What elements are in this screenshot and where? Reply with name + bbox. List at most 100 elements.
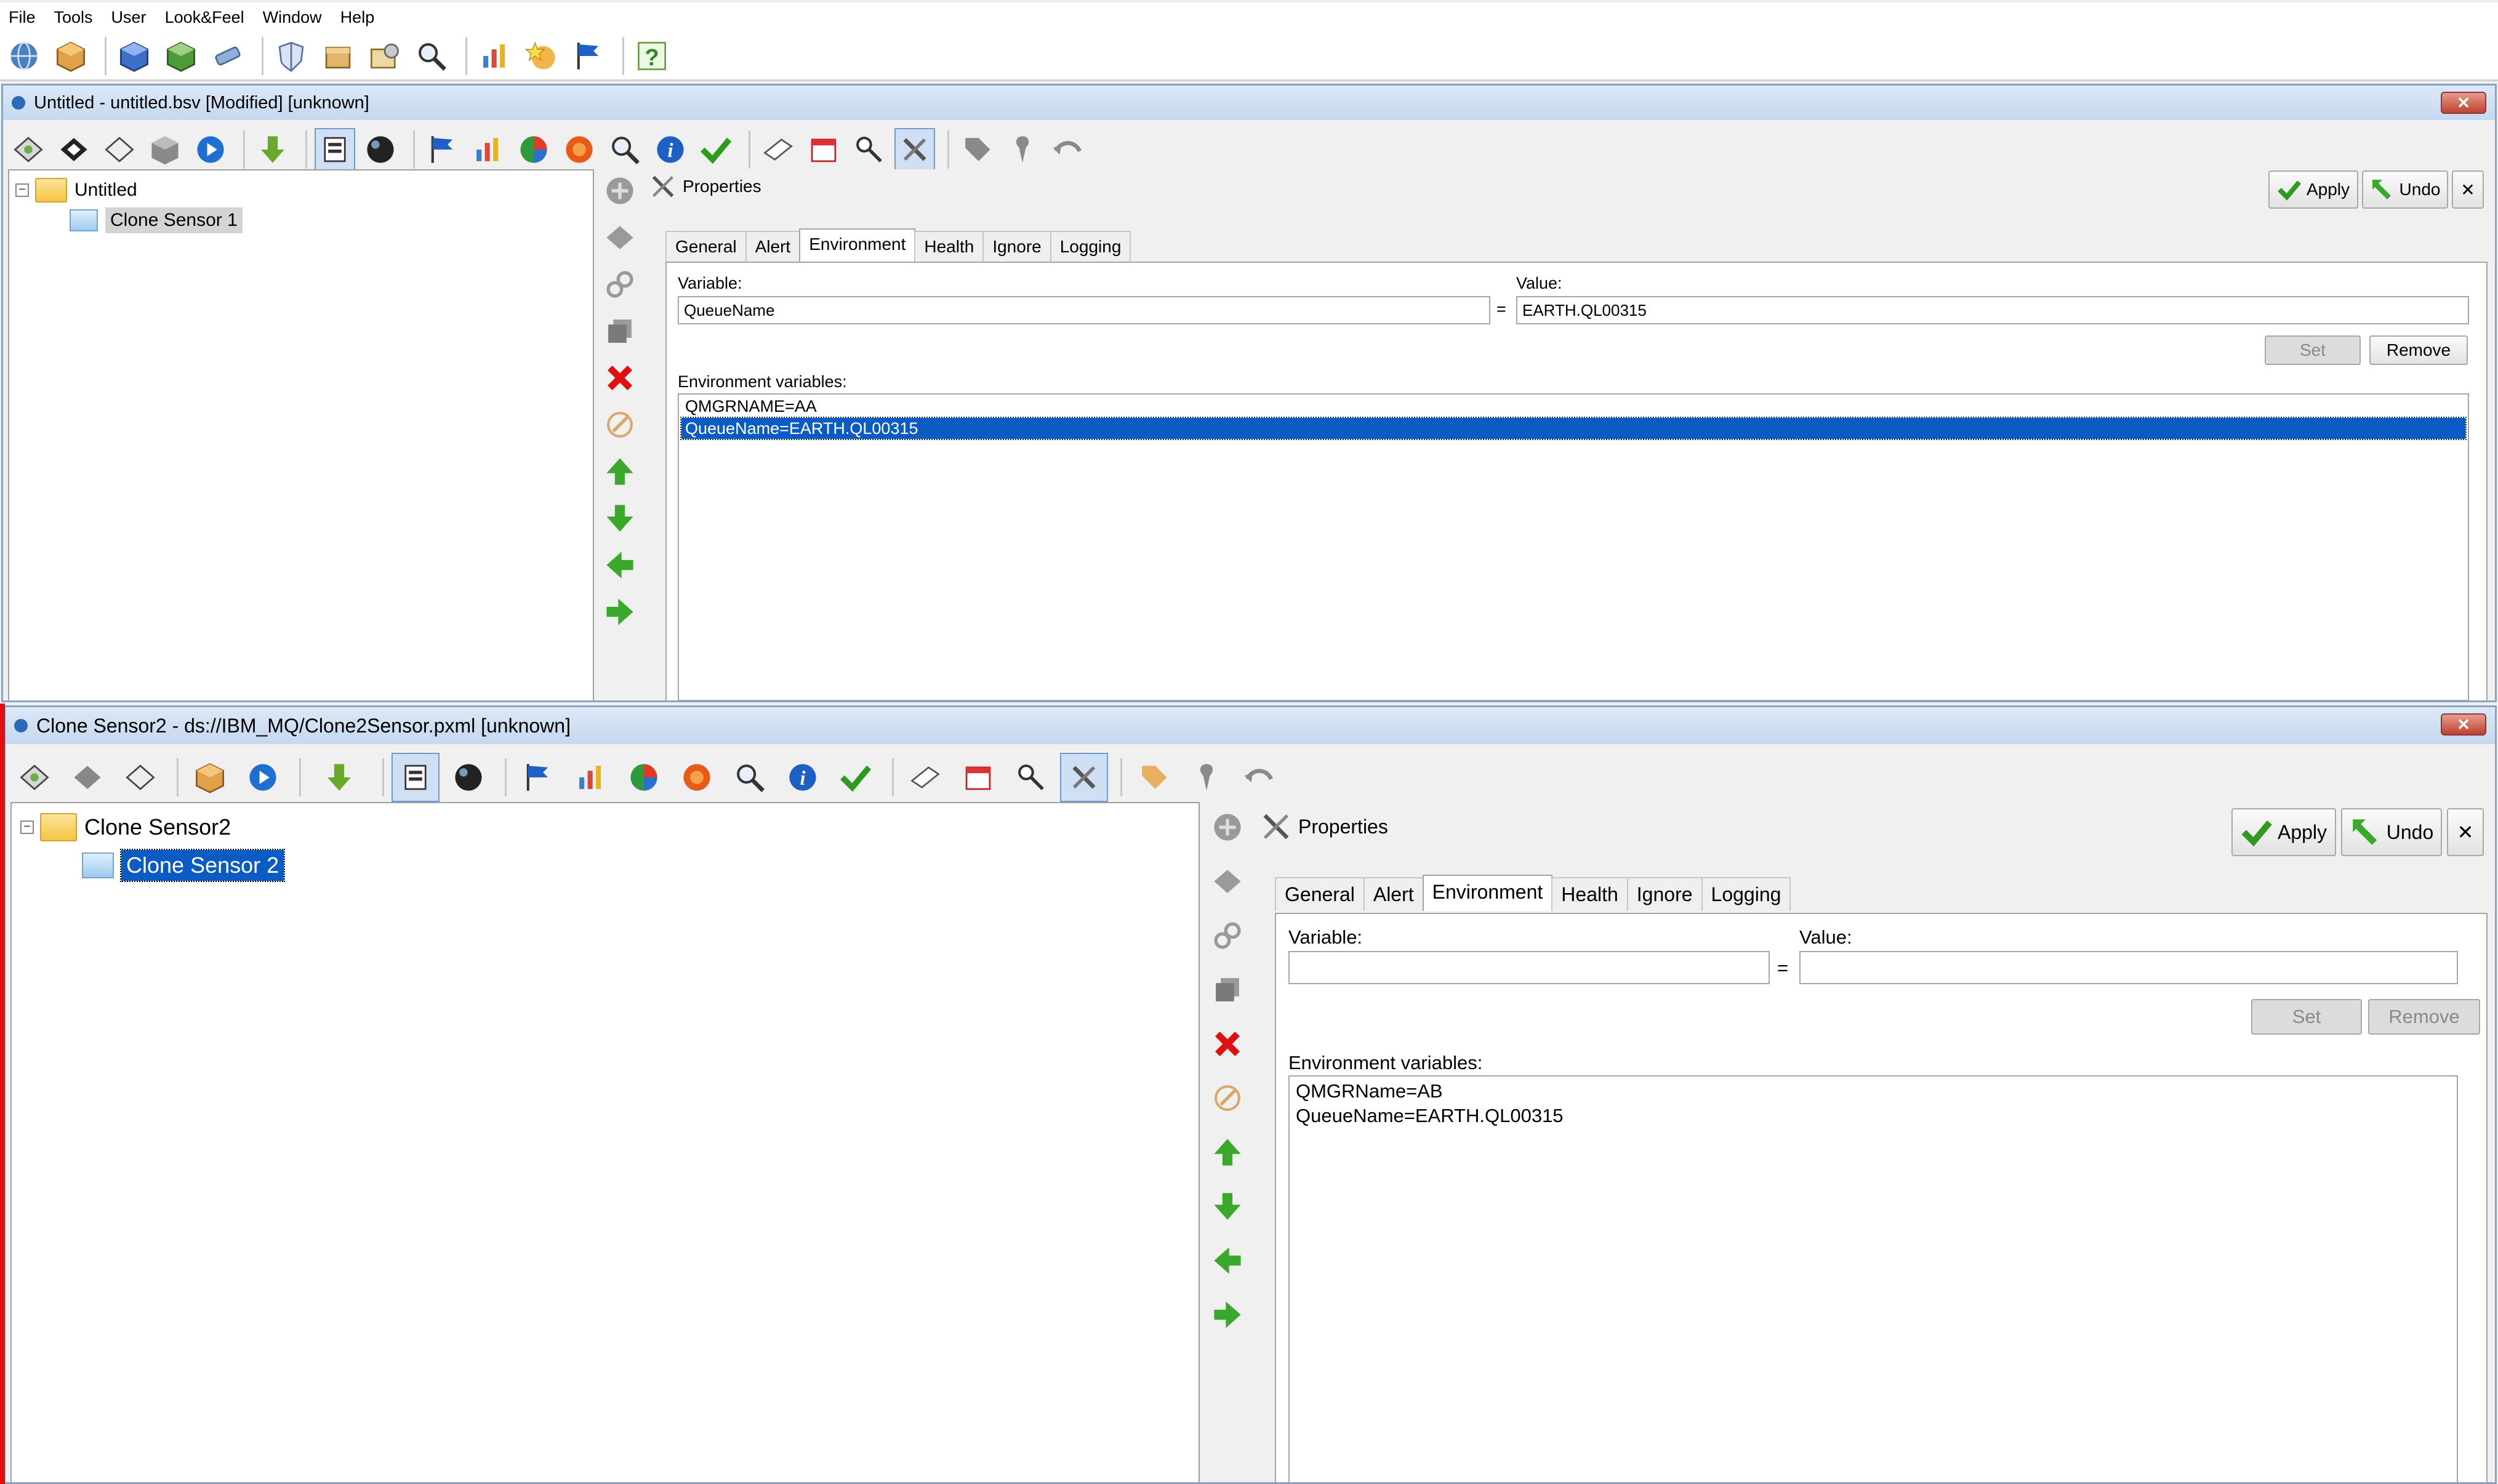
- alert-ball-icon[interactable]: [673, 753, 721, 802]
- flag-icon[interactable]: [514, 753, 562, 802]
- sphere-icon[interactable]: [444, 753, 492, 802]
- set-button[interactable]: Set: [2265, 335, 2361, 365]
- diamond-icon[interactable]: [63, 753, 111, 802]
- chart-tools-icon[interactable]: [475, 34, 515, 78]
- flag-icon[interactable]: [422, 128, 463, 171]
- tab-health[interactable]: Health: [1551, 877, 1628, 911]
- apply-button[interactable]: Apply: [2231, 808, 2336, 856]
- tag-icon[interactable]: [1207, 859, 1248, 904]
- value-input[interactable]: EARTH.QL00315: [1516, 296, 2469, 324]
- checkmark-icon[interactable]: [832, 753, 880, 802]
- close-panel-button[interactable]: ✕: [2447, 808, 2484, 856]
- book-icon[interactable]: [758, 128, 798, 171]
- list-item-selected[interactable]: QueueName=EARTH.QL00315: [680, 417, 2467, 440]
- tab-alert[interactable]: Alert: [1363, 877, 1424, 911]
- tools-icon[interactable]: [1060, 753, 1108, 802]
- download-arrow-icon[interactable]: [252, 128, 293, 171]
- edit-icon[interactable]: [1207, 1075, 1248, 1121]
- cube-box-icon[interactable]: [50, 34, 91, 78]
- info-icon[interactable]: i: [650, 128, 691, 171]
- pin-icon[interactable]: [1183, 753, 1231, 802]
- link-icon[interactable]: [600, 265, 640, 303]
- menu-user[interactable]: User: [111, 8, 147, 27]
- move-left-icon[interactable]: [600, 546, 640, 584]
- box-icon[interactable]: [318, 34, 358, 78]
- copy-icon[interactable]: [600, 312, 640, 350]
- sensor-config-icon[interactable]: [392, 753, 440, 802]
- undo-arrow-icon[interactable]: [1048, 128, 1088, 171]
- move-left-icon[interactable]: [1207, 1238, 1248, 1283]
- pie-chart-icon[interactable]: [513, 128, 554, 171]
- tab-general[interactable]: General: [665, 231, 747, 262]
- chart-tools-icon[interactable]: [468, 128, 508, 171]
- frame-titlebar[interactable]: Untitled - untitled.bsv [Modified] [unkn…: [3, 86, 2495, 120]
- collapse-icon[interactable]: −: [20, 820, 34, 834]
- checkmark-icon[interactable]: [696, 128, 736, 171]
- flag-icon[interactable]: [568, 34, 609, 78]
- menu-file[interactable]: File: [9, 8, 36, 27]
- tree-child-node[interactable]: Clone Sensor 1: [65, 207, 243, 233]
- link-icon[interactable]: [1207, 913, 1248, 958]
- copy-icon[interactable]: [1207, 967, 1248, 1013]
- magnifier-icon[interactable]: [604, 128, 645, 171]
- variable-input[interactable]: [1288, 951, 1770, 984]
- tab-environment[interactable]: Environment: [1422, 875, 1553, 911]
- undo-arrow-icon[interactable]: [1235, 753, 1283, 802]
- add-icon[interactable]: [1207, 804, 1248, 850]
- shield-icon[interactable]: [271, 34, 311, 78]
- gray-cube-icon[interactable]: [145, 128, 185, 171]
- list-item[interactable]: QueueName=EARTH.QL00315: [1292, 1104, 2454, 1128]
- move-right-icon[interactable]: [600, 593, 640, 631]
- open-icon[interactable]: [8, 128, 49, 171]
- pie-chart-icon[interactable]: [620, 753, 668, 802]
- menu-help[interactable]: Help: [340, 8, 375, 27]
- globe-icon[interactable]: [4, 34, 44, 78]
- frame-close-button[interactable]: ✕: [2441, 92, 2486, 114]
- collapse-icon[interactable]: −: [15, 183, 29, 197]
- move-up-icon[interactable]: [600, 452, 640, 491]
- calendar-icon[interactable]: [954, 753, 1002, 802]
- sphere-icon[interactable]: [360, 128, 401, 171]
- sensor-config-icon[interactable]: [315, 128, 355, 171]
- tab-environment[interactable]: Environment: [799, 228, 916, 262]
- label-tag-icon[interactable]: [957, 128, 997, 171]
- chart-tools-icon[interactable]: [567, 753, 615, 802]
- tab-alert[interactable]: Alert: [745, 231, 801, 262]
- set-button[interactable]: Set: [2251, 999, 2362, 1035]
- tab-logging[interactable]: Logging: [1050, 231, 1131, 262]
- calendar-icon[interactable]: [803, 128, 844, 171]
- blue-cube-icon[interactable]: [114, 34, 155, 78]
- tab-ignore[interactable]: Ignore: [982, 231, 1051, 262]
- diamond-icon[interactable]: [54, 128, 94, 171]
- list-item[interactable]: QMGRNAME=AA: [681, 396, 2465, 417]
- move-up-icon[interactable]: [1207, 1129, 1248, 1175]
- tree-root-node[interactable]: − Untitled: [15, 178, 137, 203]
- remove-button[interactable]: Remove: [2369, 335, 2468, 365]
- play-icon[interactable]: [239, 753, 287, 802]
- menu-tools[interactable]: Tools: [54, 8, 93, 27]
- variable-input[interactable]: QueueName: [678, 296, 1490, 324]
- satellite-icon[interactable]: [207, 34, 248, 78]
- gear-box-icon[interactable]: [364, 34, 405, 78]
- tools-icon[interactable]: [894, 128, 935, 171]
- edit-icon[interactable]: [600, 406, 640, 444]
- search-people-icon[interactable]: [849, 128, 890, 171]
- delete-icon[interactable]: [600, 359, 640, 397]
- apply-button[interactable]: Apply: [2268, 170, 2358, 209]
- pin-icon[interactable]: [1002, 128, 1043, 171]
- tab-health[interactable]: Health: [914, 231, 984, 262]
- env-vars-list[interactable]: QMGRNAME=AA QueueName=EARTH.QL00315: [678, 393, 2469, 700]
- play-icon[interactable]: [190, 128, 231, 171]
- tag-icon[interactable]: [600, 219, 640, 257]
- move-down-icon[interactable]: [600, 499, 640, 537]
- star-globe-icon[interactable]: [521, 34, 562, 78]
- alert-ball-icon[interactable]: [559, 128, 600, 171]
- download-arrow-icon[interactable]: [308, 753, 370, 802]
- tree-root-node[interactable]: − Clone Sensor2: [20, 813, 231, 841]
- tag-icon[interactable]: [99, 128, 140, 171]
- value-input[interactable]: [1799, 951, 2458, 984]
- menu-window[interactable]: Window: [263, 8, 322, 27]
- env-vars-list[interactable]: QMGRName=AB QueueName=EARTH.QL00315: [1288, 1075, 2458, 1482]
- close-panel-button[interactable]: ✕: [2452, 170, 2484, 209]
- delete-icon[interactable]: [1207, 1021, 1248, 1067]
